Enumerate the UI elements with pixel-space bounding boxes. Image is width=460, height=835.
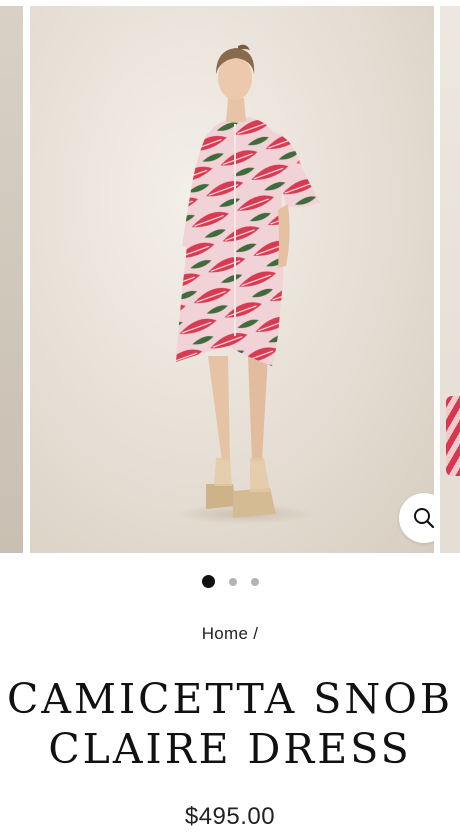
- carousel-pagination: [0, 575, 460, 588]
- product-title-line-2: CLAIRE DRESS: [48, 725, 412, 773]
- product-image-main[interactable]: [30, 6, 434, 553]
- carousel-dot-2[interactable]: [228, 577, 237, 586]
- product-title: CAMICETTA SNOB CLAIRE DRESS: [0, 674, 460, 774]
- search-icon: [414, 508, 434, 529]
- carousel-dot-1[interactable]: [201, 575, 215, 588]
- product-price: $495.00: [184, 803, 276, 830]
- product-title-line-1: CAMICETTA SNOB: [6, 675, 453, 723]
- next-slide-dress-preview: [446, 396, 460, 476]
- previous-slide-image[interactable]: [0, 6, 23, 553]
- product-image-gallery[interactable]: [0, 0, 460, 553]
- breadcrumb: Home /: [0, 624, 460, 644]
- next-slide-image[interactable]: [440, 6, 460, 553]
- model-wearing-dress-image: [175, 44, 320, 524]
- breadcrumb-home-link[interactable]: Home: [202, 624, 249, 643]
- carousel-dot-3[interactable]: [250, 577, 259, 586]
- breadcrumb-separator: /: [253, 624, 259, 643]
